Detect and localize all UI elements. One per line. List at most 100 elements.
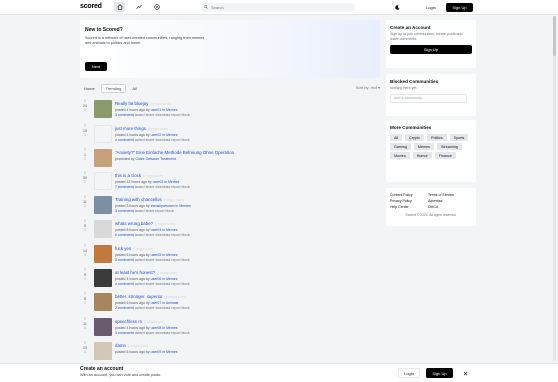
report-link[interactable]: report — [171, 113, 180, 117]
post-title[interactable]: speechless rn — [115, 319, 142, 324]
search-input[interactable] — [211, 5, 341, 10]
chip-humor[interactable]: Humor — [412, 152, 432, 159]
block-link[interactable]: block — [181, 331, 189, 335]
login-button[interactable]: Login — [420, 3, 442, 12]
block-link[interactable]: block — [181, 282, 189, 286]
report-link[interactable]: report — [171, 233, 180, 237]
comments-link[interactable]: 3 comments — [115, 113, 134, 117]
post-title[interactable]: damn — [115, 343, 126, 348]
share-link[interactable]: share — [146, 138, 155, 142]
content-policy-link[interactable]: Content Policy — [390, 193, 428, 197]
block-link[interactable]: block — [181, 306, 189, 310]
add-community-input[interactable]: Add a community... — [390, 93, 467, 103]
post-thumbnail[interactable] — [94, 245, 112, 263]
report-link[interactable]: report — [171, 185, 180, 189]
tab-all[interactable]: All — [128, 85, 140, 92]
sidebar-signup-button[interactable]: Sign Up — [390, 45, 472, 54]
post-thumbnail[interactable] — [94, 196, 112, 214]
post-community[interactable]: in Memes — [164, 180, 179, 184]
downvote-icon[interactable]: ⇩ — [80, 203, 90, 209]
share-link[interactable]: share — [146, 209, 155, 213]
post-title[interactable]: this is a clock — [115, 173, 141, 178]
post-community[interactable]: in Memes — [162, 228, 177, 232]
signup-button[interactable]: Sign Up — [446, 3, 473, 12]
post-author[interactable]: user05 — [151, 253, 162, 257]
tab-home[interactable]: Home — [80, 85, 99, 92]
share-link[interactable]: share — [146, 282, 155, 286]
post-community[interactable]: in Memes — [176, 204, 191, 208]
comments-link[interactable]: 4 comments — [115, 138, 134, 142]
terms-link[interactable]: Terms of Service — [428, 193, 466, 197]
post-community[interactable]: in Memes — [162, 277, 177, 281]
share-link[interactable]: share — [146, 185, 155, 189]
chip-all[interactable]: All — [390, 134, 403, 141]
comments-link[interactable]: 3 comments — [115, 258, 134, 262]
search-bar[interactable] — [201, 3, 355, 12]
post-title[interactable]: Training with chancellos — [115, 197, 162, 202]
chip-politics[interactable]: Politics — [426, 134, 447, 141]
award-link[interactable]: award — [135, 282, 145, 286]
chip-sports[interactable]: Sports — [449, 134, 469, 141]
award-link[interactable]: award — [135, 331, 145, 335]
post-author[interactable]: user06 — [151, 277, 162, 281]
post-title[interactable]: fuck yes — [115, 246, 131, 251]
comments-link[interactable]: 3 comments — [115, 209, 134, 213]
logo[interactable]: scored — [80, 3, 102, 10]
scrollbar-thumb[interactable] — [553, 16, 556, 56]
download-link[interactable]: download — [155, 282, 170, 286]
help-center-link[interactable]: Help Center — [390, 205, 428, 209]
post-title[interactable]: "Anxiety?" Eine Einfache Methode Befreiu… — [115, 150, 234, 155]
post-thumbnail[interactable] — [94, 125, 112, 143]
prompt-login-button[interactable]: Login — [398, 368, 420, 378]
post-author[interactable]: thedailywisdom — [151, 204, 175, 208]
block-link[interactable]: block — [181, 233, 189, 237]
report-link[interactable]: report — [171, 282, 180, 286]
downvote-icon[interactable]: ⇩ — [80, 132, 90, 138]
post-community[interactable]: Treatment — [160, 157, 176, 161]
download-link[interactable]: download — [155, 258, 170, 262]
prompt-signup-button[interactable]: Sign Up — [426, 368, 453, 378]
post-author[interactable]: user07 — [151, 301, 162, 305]
post-title[interactable]: just more things — [115, 126, 146, 131]
post-thumbnail[interactable] — [94, 172, 112, 190]
privacy-link[interactable]: Privacy Policy — [390, 199, 428, 203]
chip-movies[interactable]: Movies — [390, 152, 410, 159]
block-link[interactable]: block — [181, 258, 189, 262]
chip-streaming[interactable]: Streaming — [437, 143, 462, 150]
post-thumbnail[interactable] — [94, 149, 112, 167]
share-link[interactable]: share — [146, 331, 155, 335]
post-title[interactable]: better. stronger. superior. — [115, 294, 164, 299]
download-link[interactable]: download — [155, 185, 170, 189]
chip-finance[interactable]: Finance — [434, 152, 456, 159]
downvote-icon[interactable]: ⇩ — [80, 252, 90, 258]
post-thumbnail[interactable] — [94, 293, 112, 311]
next-button[interactable]: Next — [85, 62, 107, 71]
post-community[interactable]: in Memes — [162, 350, 177, 354]
downvote-icon[interactable]: ⇩ — [80, 300, 90, 306]
downvote-icon[interactable]: ⇩ — [80, 179, 90, 185]
award-link[interactable]: award — [135, 138, 145, 142]
post-community[interactable]: in Memes — [162, 133, 177, 137]
post-title[interactable]: Really fat bluejay — [115, 101, 148, 106]
tab-trending[interactable]: Trending — [100, 83, 127, 93]
share-link[interactable]: share — [146, 306, 155, 310]
downvote-icon[interactable]: ⇩ — [80, 227, 90, 233]
download-link[interactable]: download — [155, 233, 170, 237]
share-link[interactable]: share — [146, 258, 155, 262]
post-thumbnail[interactable] — [94, 220, 112, 238]
dmca-link[interactable]: DMCA — [428, 205, 466, 209]
compass-icon[interactable] — [151, 2, 162, 12]
post-author[interactable]: user04 — [151, 228, 162, 232]
post-thumbnail[interactable] — [94, 318, 112, 336]
sort-dropdown[interactable]: Sort by: Hot ▾ — [356, 85, 380, 90]
post-author[interactable]: user01 — [151, 108, 162, 112]
block-link[interactable]: block — [181, 185, 189, 189]
download-link[interactable]: download — [155, 331, 170, 335]
post-author[interactable]: user02 — [151, 133, 162, 137]
post-thumbnail[interactable] — [94, 342, 112, 360]
advertise-link[interactable]: Advertise — [428, 199, 466, 203]
post-title[interactable]: whats wrong babe? — [115, 221, 153, 226]
post-community[interactable]: in Memes — [162, 326, 177, 330]
post-community[interactable]: in Animals — [162, 301, 178, 305]
post-author[interactable]: Claire Gebauer — [135, 157, 159, 161]
